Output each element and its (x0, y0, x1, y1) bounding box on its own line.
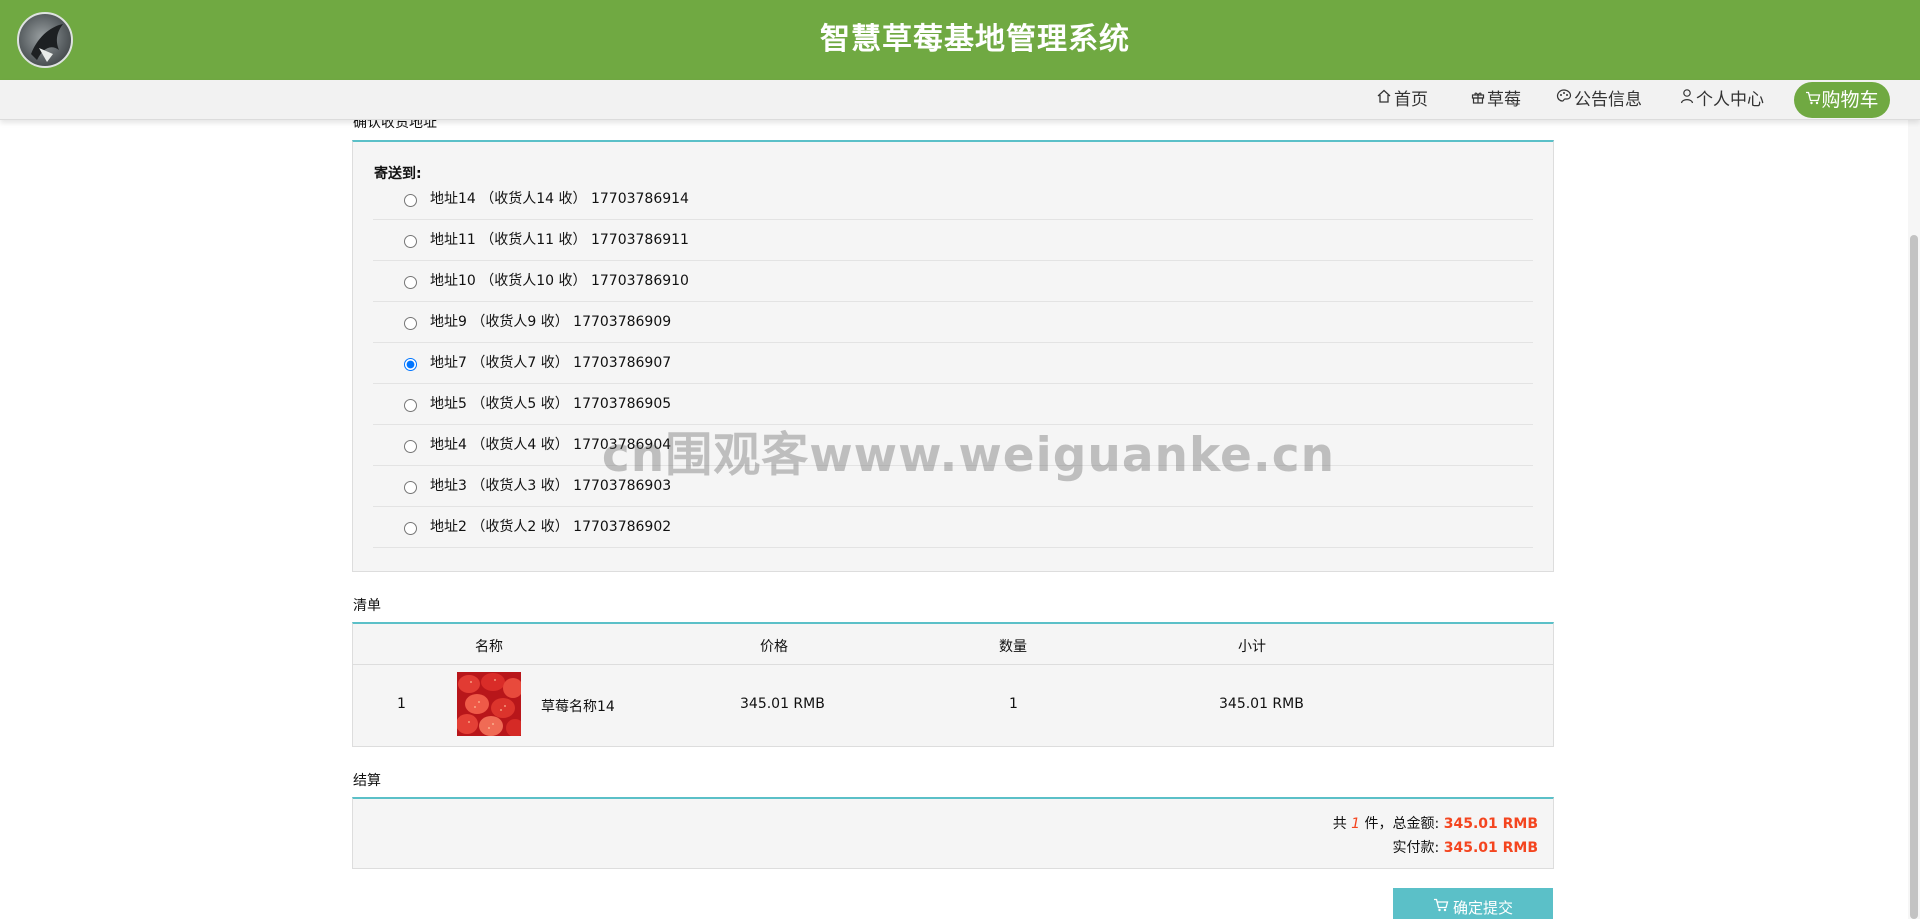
order-total: 345.01 RMB (1443, 816, 1538, 832)
site-title: 智慧草莓基地管理系统 (820, 22, 1130, 57)
address-radio[interactable] (404, 276, 417, 289)
gift-icon (1471, 79, 1485, 119)
nav-item-cart[interactable]: 购物车 (1794, 82, 1890, 118)
nav-item-strawberry[interactable]: 草莓 (1471, 80, 1521, 120)
address-option-label: 地址11 （收货人11 收） 17703786911 (430, 232, 689, 248)
product-image[interactable] (457, 672, 521, 736)
nav-item-label: 公告信息 (1574, 90, 1642, 110)
cart-icon (1805, 81, 1821, 117)
count-suffix: 件，总金额: (1364, 816, 1440, 832)
paid-amount-line: 实付款: 345.01 RMB (1393, 837, 1538, 857)
address-option-label: 地址5 （收货人5 收） 17703786905 (430, 396, 672, 412)
paid-label: 实付款: (1392, 840, 1440, 856)
address-option-label: 地址4 （收货人4 收） 17703786904 (430, 437, 672, 453)
address-option-label: 地址7 （收货人7 收） 17703786907 (430, 355, 672, 371)
order-list-header: 名称 价格 数量 小计 (353, 624, 1553, 665)
address-option[interactable]: 地址11 （收货人11 收） 17703786911 (373, 220, 1533, 261)
column-header-price: 价格 (760, 639, 788, 655)
address-option[interactable]: 地址3 （收货人3 收） 17703786903 (373, 466, 1533, 507)
address-option[interactable]: 地址5 （收货人5 收） 17703786905 (373, 384, 1533, 425)
order-list-title: 清单 (353, 598, 381, 614)
scrollbar-thumb[interactable] (1910, 235, 1918, 919)
address-option-label: 地址14 （收货人14 收） 17703786914 (430, 191, 689, 207)
address-option[interactable]: 地址10 （收货人10 收） 17703786910 (373, 261, 1533, 302)
row-index: 1 (397, 696, 406, 712)
address-radio[interactable] (404, 358, 417, 371)
address-option-label: 地址2 （收货人2 收） 17703786902 (430, 519, 672, 535)
order-list-panel: 名称 价格 数量 小计 1 草莓名称14 345.01 RMB 1 345.01… (352, 622, 1554, 747)
product-price: 345.01 RMB (740, 696, 825, 712)
product-subtotal: 345.01 RMB (1219, 696, 1304, 712)
address-option-label: 地址3 （收货人3 收） 17703786903 (430, 478, 672, 494)
page-scrollbar[interactable] (1908, 120, 1920, 919)
order-total-line: 共 1 件，总金额: 345.01 RMB (1333, 813, 1538, 833)
address-radio[interactable] (404, 522, 417, 535)
nav-item-label: 个人中心 (1696, 90, 1764, 110)
nav-item-announcements[interactable]: 公告信息 (1556, 80, 1642, 120)
nav-item-home[interactable]: 首页 (1376, 80, 1428, 120)
address-panel: 寄送到: 地址14 （收货人14 收） 17703786914 地址11 （收货人… (352, 140, 1554, 572)
address-radio[interactable] (404, 481, 417, 494)
address-option[interactable]: 地址4 （收货人4 收） 17703786904 (373, 425, 1533, 466)
address-radio[interactable] (404, 194, 417, 207)
address-radio[interactable] (404, 440, 417, 453)
address-radio[interactable] (404, 317, 417, 330)
column-header-name: 名称 (475, 639, 503, 655)
product-quantity: 1 (1009, 696, 1018, 712)
address-option-label: 地址10 （收货人10 收） 17703786910 (430, 273, 689, 289)
address-option[interactable]: 地址9 （收货人9 收） 17703786909 (373, 302, 1533, 343)
product-name[interactable]: 草莓名称14 (541, 696, 615, 716)
header-bar: 智慧草莓基地管理系统 (0, 0, 1920, 80)
user-icon (1680, 79, 1694, 119)
nav-item-profile[interactable]: 个人中心 (1680, 80, 1764, 120)
column-header-quantity: 数量 (999, 639, 1027, 655)
paid-amount: 345.01 RMB (1443, 840, 1538, 856)
submit-order-button[interactable]: 确定提交 (1393, 888, 1553, 919)
nav-item-label: 首页 (1394, 90, 1428, 110)
palette-icon (1556, 79, 1572, 119)
address-radio[interactable] (404, 235, 417, 248)
address-option[interactable]: 地址14 （收货人14 收） 17703786914 (373, 179, 1533, 220)
checkout-section-title: 结算 (353, 773, 381, 789)
cart-icon (1433, 887, 1449, 919)
address-option-label: 地址9 （收货人9 收） 17703786909 (430, 314, 672, 330)
nav-item-label: 草莓 (1487, 90, 1521, 110)
nav-cart-label: 购物车 (1821, 89, 1879, 111)
home-icon (1376, 79, 1392, 119)
main-nav: 首页 草莓 公告信息 个人中心 购物车 (0, 80, 1920, 120)
address-option[interactable]: 地址7 （收货人7 收） 17703786907 (373, 343, 1533, 384)
column-header-subtotal: 小计 (1238, 639, 1266, 655)
count-prefix: 共 (1332, 816, 1347, 832)
item-count: 1 (1351, 816, 1361, 832)
submit-label: 确定提交 (1452, 899, 1513, 917)
address-radio[interactable] (404, 399, 417, 412)
checkout-panel: 共 1 件，总金额: 345.01 RMB 实付款: 345.01 RMB (352, 797, 1554, 869)
address-option[interactable]: 地址2 （收货人2 收） 17703786902 (373, 507, 1533, 548)
